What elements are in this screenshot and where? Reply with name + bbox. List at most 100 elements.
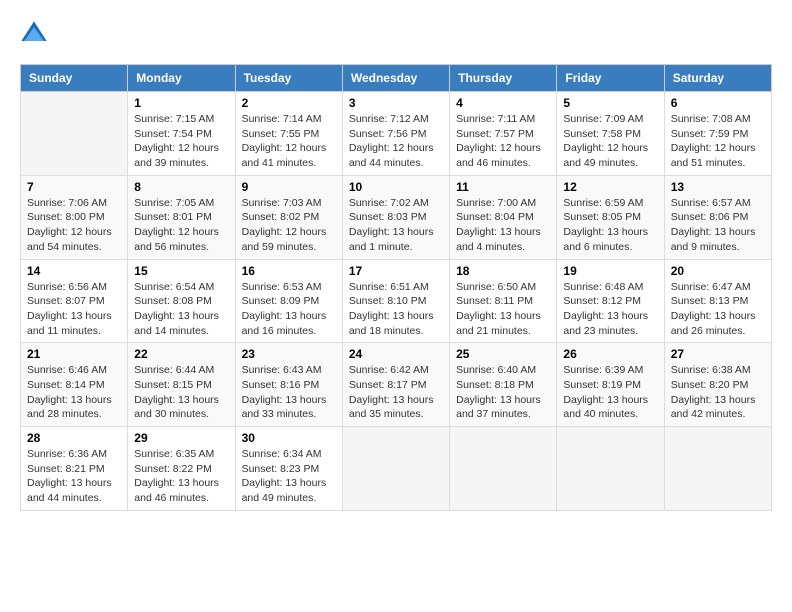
day-info: Sunrise: 7:00 AMSunset: 8:04 PMDaylight:…: [456, 196, 550, 255]
day-number: 20: [671, 264, 765, 278]
day-info: Sunrise: 6:34 AMSunset: 8:23 PMDaylight:…: [242, 447, 336, 506]
day-number: 6: [671, 96, 765, 110]
day-info: Sunrise: 6:56 AMSunset: 8:07 PMDaylight:…: [27, 280, 121, 339]
calendar-cell: 29Sunrise: 6:35 AMSunset: 8:22 PMDayligh…: [128, 427, 235, 511]
day-info: Sunrise: 6:36 AMSunset: 8:21 PMDaylight:…: [27, 447, 121, 506]
day-info: Sunrise: 6:59 AMSunset: 8:05 PMDaylight:…: [563, 196, 657, 255]
day-number: 5: [563, 96, 657, 110]
calendar-cell: 23 Sunrise: 6:43 AMSunset: 8:16 PMDayligh…: [235, 343, 342, 427]
day-info: Sunrise: 7:08 AMSunset: 7:59 PMDaylight:…: [671, 112, 765, 171]
calendar-cell: 20 Sunrise: 6:47 AMSunset: 8:13 PMDayligh…: [664, 259, 771, 343]
day-number: 9: [242, 180, 336, 194]
calendar-week-row: 28 Sunrise: 6:36 AMSunset: 8:21 PMDayligh…: [21, 427, 772, 511]
day-number: 24: [349, 347, 443, 361]
day-info: Sunrise: 6:43 AMSunset: 8:16 PMDaylight:…: [242, 363, 336, 422]
weekday-header: Wednesday: [342, 65, 449, 92]
day-number: 19: [563, 264, 657, 278]
day-number: 10: [349, 180, 443, 194]
day-number: 3: [349, 96, 443, 110]
day-number: 23: [242, 347, 336, 361]
calendar-cell: [664, 427, 771, 511]
day-info: Sunrise: 7:06 AMSunset: 8:00 PMDaylight:…: [27, 196, 121, 255]
day-info: Sunrise: 6:47 AMSunset: 8:13 PMDaylight:…: [671, 280, 765, 339]
day-info: Sunrise: 6:38 AMSunset: 8:20 PMDaylight:…: [671, 363, 765, 422]
calendar-cell: 1 Sunrise: 7:15 AMSunset: 7:54 PMDaylight…: [128, 92, 235, 176]
calendar-cell: [342, 427, 449, 511]
day-number: 16: [242, 264, 336, 278]
day-number: 18: [456, 264, 550, 278]
day-number: 22: [134, 347, 228, 361]
day-number: 30: [242, 431, 336, 445]
day-info: Sunrise: 7:05 AMSunset: 8:01 PMDaylight:…: [134, 196, 228, 255]
day-info: Sunrise: 7:02 AMSunset: 8:03 PMDaylight:…: [349, 196, 443, 255]
calendar-cell: 6 Sunrise: 7:08 AMSunset: 7:59 PMDaylight…: [664, 92, 771, 176]
calendar-cell: 5 Sunrise: 7:09 AMSunset: 7:58 PMDaylight…: [557, 92, 664, 176]
weekday-header: Tuesday: [235, 65, 342, 92]
weekday-header-row: SundayMondayTuesdayWednesdayThursdayFrid…: [21, 65, 772, 92]
calendar-cell: 24 Sunrise: 6:42 AMSunset: 8:17 PMDayligh…: [342, 343, 449, 427]
day-info: Sunrise: 6:51 AMSunset: 8:10 PMDaylight:…: [349, 280, 443, 339]
calendar-cell: 3 Sunrise: 7:12 AMSunset: 7:56 PMDaylight…: [342, 92, 449, 176]
day-info: Sunrise: 6:42 AMSunset: 8:17 PMDaylight:…: [349, 363, 443, 422]
day-info: Sunrise: 6:40 AMSunset: 8:18 PMDaylight:…: [456, 363, 550, 422]
calendar-cell: 11 Sunrise: 7:00 AMSunset: 8:04 PMDayligh…: [450, 175, 557, 259]
day-info: Sunrise: 7:14 AMSunset: 7:55 PMDaylight:…: [242, 112, 336, 171]
calendar-cell: 25 Sunrise: 6:40 AMSunset: 8:18 PMDayligh…: [450, 343, 557, 427]
day-number: 1: [134, 96, 228, 110]
calendar-cell: 27 Sunrise: 6:38 AMSunset: 8:20 PMDayligh…: [664, 343, 771, 427]
day-number: 27: [671, 347, 765, 361]
day-number: 7: [27, 180, 121, 194]
day-number: 26: [563, 347, 657, 361]
day-info: Sunrise: 7:03 AMSunset: 8:02 PMDaylight:…: [242, 196, 336, 255]
day-info: Sunrise: 7:11 AMSunset: 7:57 PMDaylight:…: [456, 112, 550, 171]
calendar-cell: 8Sunrise: 7:05 AMSunset: 8:01 PMDaylight…: [128, 175, 235, 259]
day-info: Sunrise: 7:12 AMSunset: 7:56 PMDaylight:…: [349, 112, 443, 171]
calendar-cell: 26 Sunrise: 6:39 AMSunset: 8:19 PMDayligh…: [557, 343, 664, 427]
calendar-cell: 14 Sunrise: 6:56 AMSunset: 8:07 PMDayligh…: [21, 259, 128, 343]
calendar-cell: 15Sunrise: 6:54 AMSunset: 8:08 PMDayligh…: [128, 259, 235, 343]
day-info: Sunrise: 6:48 AMSunset: 8:12 PMDaylight:…: [563, 280, 657, 339]
day-number: 14: [27, 264, 121, 278]
day-number: 4: [456, 96, 550, 110]
calendar-cell: 13Sunrise: 6:57 AMSunset: 8:06 PMDayligh…: [664, 175, 771, 259]
calendar-cell: [450, 427, 557, 511]
calendar-week-row: 21Sunrise: 6:46 AMSunset: 8:14 PMDayligh…: [21, 343, 772, 427]
calendar-cell: 4 Sunrise: 7:11 AMSunset: 7:57 PMDaylight…: [450, 92, 557, 176]
day-info: Sunrise: 7:15 AMSunset: 7:54 PMDaylight:…: [134, 112, 228, 171]
calendar-cell: 10 Sunrise: 7:02 AMSunset: 8:03 PMDayligh…: [342, 175, 449, 259]
day-info: Sunrise: 6:53 AMSunset: 8:09 PMDaylight:…: [242, 280, 336, 339]
calendar-cell: 28 Sunrise: 6:36 AMSunset: 8:21 PMDayligh…: [21, 427, 128, 511]
day-info: Sunrise: 6:35 AMSunset: 8:22 PMDaylight:…: [134, 447, 228, 506]
calendar-cell: [557, 427, 664, 511]
day-info: Sunrise: 6:46 AMSunset: 8:14 PMDaylight:…: [27, 363, 121, 422]
page-header: [20, 20, 772, 48]
weekday-header: Sunday: [21, 65, 128, 92]
calendar-cell: 7 Sunrise: 7:06 AMSunset: 8:00 PMDaylight…: [21, 175, 128, 259]
weekday-header: Saturday: [664, 65, 771, 92]
weekday-header: Thursday: [450, 65, 557, 92]
calendar-cell: 16 Sunrise: 6:53 AMSunset: 8:09 PMDayligh…: [235, 259, 342, 343]
calendar-week-row: 1 Sunrise: 7:15 AMSunset: 7:54 PMDaylight…: [21, 92, 772, 176]
calendar-table: SundayMondayTuesdayWednesdayThursdayFrid…: [20, 64, 772, 511]
calendar-week-row: 7 Sunrise: 7:06 AMSunset: 8:00 PMDaylight…: [21, 175, 772, 259]
day-number: 13: [671, 180, 765, 194]
day-number: 28: [27, 431, 121, 445]
calendar-cell: 19 Sunrise: 6:48 AMSunset: 8:12 PMDayligh…: [557, 259, 664, 343]
weekday-header: Monday: [128, 65, 235, 92]
calendar-cell: 30 Sunrise: 6:34 AMSunset: 8:23 PMDayligh…: [235, 427, 342, 511]
calendar-week-row: 14 Sunrise: 6:56 AMSunset: 8:07 PMDayligh…: [21, 259, 772, 343]
day-number: 12: [563, 180, 657, 194]
day-info: Sunrise: 6:50 AMSunset: 8:11 PMDaylight:…: [456, 280, 550, 339]
calendar-cell: 18 Sunrise: 6:50 AMSunset: 8:11 PMDayligh…: [450, 259, 557, 343]
day-info: Sunrise: 6:54 AMSunset: 8:08 PMDaylight:…: [134, 280, 228, 339]
day-number: 11: [456, 180, 550, 194]
day-number: 25: [456, 347, 550, 361]
day-info: Sunrise: 6:39 AMSunset: 8:19 PMDaylight:…: [563, 363, 657, 422]
calendar-cell: [21, 92, 128, 176]
day-number: 17: [349, 264, 443, 278]
day-info: Sunrise: 7:09 AMSunset: 7:58 PMDaylight:…: [563, 112, 657, 171]
calendar-cell: 21Sunrise: 6:46 AMSunset: 8:14 PMDayligh…: [21, 343, 128, 427]
calendar-cell: 9 Sunrise: 7:03 AMSunset: 8:02 PMDaylight…: [235, 175, 342, 259]
logo-icon: [20, 20, 48, 48]
calendar-cell: 17 Sunrise: 6:51 AMSunset: 8:10 PMDayligh…: [342, 259, 449, 343]
